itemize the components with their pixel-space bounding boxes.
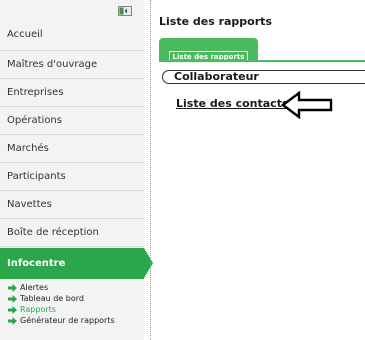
green-arrow-icon [8,316,17,325]
green-arrow-icon [8,283,17,292]
sidebar-top-bar [0,0,144,17]
page-title: Liste des rapports [159,15,272,28]
sidebar-item-maitres-ouvrage[interactable]: Maîtres d'ouvrage [0,51,144,79]
infocentre-submenu: Alertes Tableau de bord Rapports Générat… [0,279,144,326]
sidebar-item-boite-reception[interactable]: Boîte de réception [0,219,144,247]
submenu-item-label: Rapports [20,305,56,314]
sidebar-item-label: Entreprises [7,87,64,98]
submenu-item-rapports[interactable]: Rapports [0,304,144,315]
sidebar-item-label: Boîte de réception [7,227,99,238]
sidebar-item-label: Marchés [7,143,49,154]
submenu-item-alertes[interactable]: Alertes [0,282,144,293]
sidebar-item-label: Maîtres d'ouvrage [7,59,98,70]
submenu-item-label: Générateur de rapports [20,316,115,325]
sidebar-divider[interactable] [150,0,151,340]
submenu-item-tableau-de-bord[interactable]: Tableau de bord [0,293,144,304]
sidebar-item-entreprises[interactable]: Entreprises [0,79,144,107]
sidebar-item-label: Accueil [7,29,43,40]
sidebar-item-label: Opérations [7,115,62,126]
sidebar-item-label: Infocentre [7,258,66,269]
green-arrow-icon [8,305,17,314]
sidebar-item-infocentre[interactable]: Infocentre [0,248,153,279]
sidebar-item-label: Participants [7,171,66,182]
sidebar-item-navettes[interactable]: Navettes [0,191,144,219]
submenu-item-label: Tableau de bord [20,294,84,303]
left-pointing-arrow-icon [281,91,333,119]
active-indicator-arrow [144,248,153,278]
collapse-sidebar-icon[interactable] [118,6,132,16]
sidebar: Accueil Maîtres d'ouvrage Entreprises Op… [0,0,153,340]
sidebar-item-operations[interactable]: Opérations [0,107,144,135]
sidebar-item-participants[interactable]: Participants [0,163,144,191]
sidebar-item-accueil[interactable]: Accueil [0,17,144,51]
sidebar-item-marches[interactable]: Marchés [0,135,144,163]
green-arrow-icon [8,294,17,303]
liste-des-contacts-link[interactable]: Liste des contacts [176,97,289,110]
sidebar-item-label: Navettes [7,199,52,210]
tab-underline [159,60,365,62]
submenu-item-generateur-rapports[interactable]: Générateur de rapports [0,315,144,326]
section-header-collaborateur: Collaborateur [162,70,365,84]
submenu-item-label: Alertes [20,283,49,292]
tab-liste-des-rapports[interactable]: Liste des rapports [159,38,258,63]
